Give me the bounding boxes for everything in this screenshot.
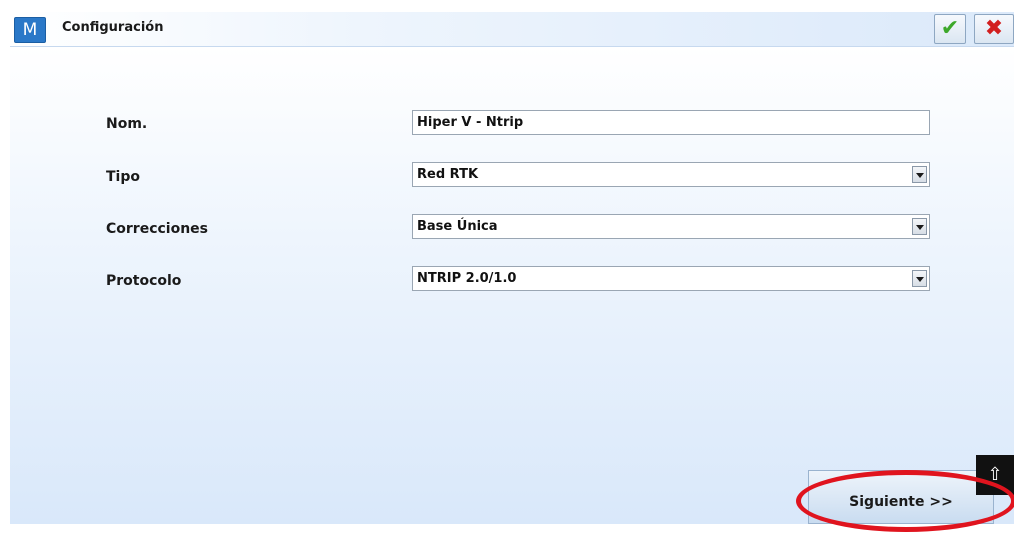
corrections-dropdown[interactable]: Base Única bbox=[412, 214, 930, 239]
keyboard-toggle-icon[interactable]: ⇧ bbox=[976, 455, 1014, 495]
protocol-dropdown[interactable]: NTRIP 2.0/1.0 bbox=[412, 266, 930, 291]
settings-panel: Nom. Hiper V - Ntrip Tipo Red RTK Correc… bbox=[10, 47, 1014, 524]
checkmark-icon: ✔ bbox=[940, 16, 960, 41]
name-input[interactable]: Hiper V - Ntrip bbox=[412, 110, 930, 135]
close-icon: ✖ bbox=[984, 16, 1004, 41]
corrections-label: Correcciones bbox=[106, 221, 209, 237]
confirm-button[interactable]: ✔ bbox=[934, 14, 966, 44]
chevron-down-icon[interactable] bbox=[912, 270, 927, 287]
protocol-label: Protocolo bbox=[106, 273, 182, 289]
name-value: Hiper V - Ntrip bbox=[417, 115, 524, 130]
type-dropdown[interactable]: Red RTK bbox=[412, 162, 930, 187]
corrections-value: Base Única bbox=[417, 219, 498, 234]
protocol-value: NTRIP 2.0/1.0 bbox=[417, 271, 517, 286]
type-label: Tipo bbox=[106, 169, 140, 185]
chevron-down-icon[interactable] bbox=[912, 218, 927, 235]
window-title: Configuración bbox=[62, 20, 164, 35]
type-value: Red RTK bbox=[417, 167, 479, 182]
title-bar: M Configuración ✔ ✖ bbox=[10, 12, 1014, 47]
cancel-button[interactable]: ✖ bbox=[974, 14, 1014, 44]
next-button[interactable]: Siguiente >> bbox=[808, 470, 994, 524]
name-label: Nom. bbox=[106, 116, 148, 132]
chevron-down-icon[interactable] bbox=[912, 166, 927, 183]
app-logo-icon[interactable]: M bbox=[14, 17, 46, 43]
